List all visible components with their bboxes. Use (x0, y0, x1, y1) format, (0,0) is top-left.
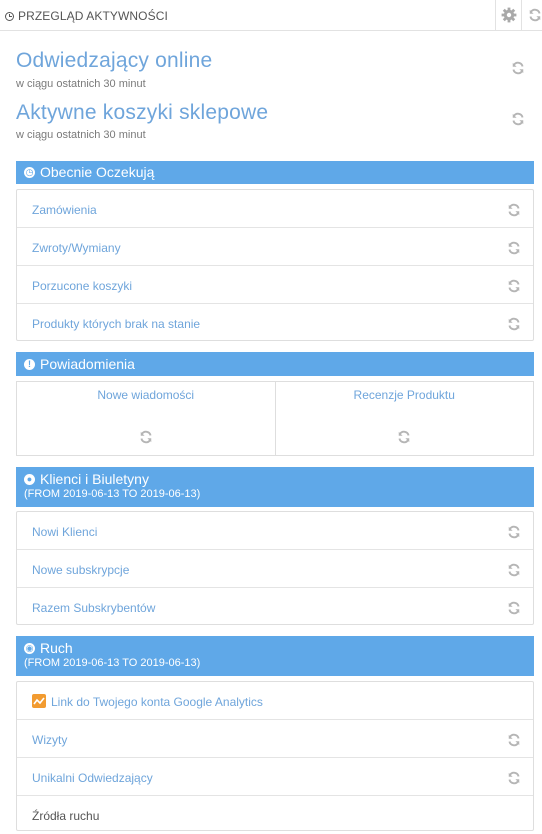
pending-list: Zamówienia Zwroty/Wymiany Porzucone kosz… (16, 189, 534, 341)
pending-orders-link[interactable]: Zamówienia (32, 203, 97, 217)
out-of-stock-link[interactable]: Produkty których brak na stanie (32, 317, 200, 331)
refresh-icon[interactable] (507, 203, 521, 217)
google-analytics-link[interactable]: Link do Twojego konta Google Analytics (51, 695, 263, 709)
refresh-icon[interactable] (507, 601, 521, 615)
list-item[interactable]: Razem Subskrybentów (17, 588, 533, 626)
traffic-title: Ruch (40, 640, 73, 656)
user-icon: ● (24, 473, 35, 485)
refresh-icon (528, 7, 542, 23)
customers-header: ● Klienci i Biuletyny (FROM 2019-06-13 T… (16, 467, 534, 507)
unique-visitors-link[interactable]: Unikalni Odwiedzający (32, 771, 153, 785)
exclamation-icon: ! (24, 358, 35, 370)
list-item[interactable]: Zwroty/Wymiany (17, 228, 533, 266)
clock-icon: ◷ (24, 166, 35, 178)
customers-list: Nowi Klienci Nowe subskrypcje Razem Subs… (16, 511, 534, 625)
traffic-header: ◉ Ruch (FROM 2019-06-13 TO 2019-06-13) (16, 636, 534, 676)
refresh-icon[interactable] (507, 317, 521, 331)
online-visitors-title: Odwiedzający online (16, 49, 213, 72)
traffic-sources-label: Źródła ruchu (32, 809, 100, 823)
new-customers-link[interactable]: Nowi Klienci (32, 525, 97, 539)
new-messages-link[interactable]: Nowe wiadomości (17, 388, 275, 402)
list-item[interactable]: Źródła ruchu (17, 796, 533, 834)
globe-icon: ◉ (24, 642, 35, 654)
active-carts-subtitle: w ciągu ostatnich 30 minut (16, 129, 146, 141)
list-item[interactable]: Porzucone koszyki (17, 266, 533, 304)
product-reviews-cell[interactable]: Recenzje Produktu (274, 382, 534, 455)
online-visitors-subtitle: w ciągu ostatnich 30 minut (16, 78, 146, 90)
list-item[interactable]: Wizyty (17, 720, 533, 758)
list-item[interactable]: Zamówienia (17, 190, 533, 228)
total-subscribers-link[interactable]: Razem Subskrybentów (32, 601, 155, 615)
ga-link-wrap: Link do Twojego konta Google Analytics (32, 694, 263, 709)
refresh-button[interactable] (521, 0, 542, 30)
refresh-icon[interactable] (397, 430, 411, 444)
refresh-icon[interactable] (507, 771, 521, 785)
customers-date-range: (FROM 2019-06-13 TO 2019-06-13) (24, 488, 201, 500)
refresh-icon[interactable] (507, 241, 521, 255)
new-subscriptions-link[interactable]: Nowe subskrypcje (32, 563, 129, 577)
notifications-title: Powiadomienia (40, 356, 135, 372)
panel-title: PRZEGLĄD AKTYWNOŚCI (5, 9, 168, 23)
visits-link[interactable]: Wizyty (32, 733, 67, 747)
refresh-icon[interactable] (139, 430, 153, 444)
pending-title: Obecnie Oczekują (40, 164, 155, 180)
traffic-date-range: (FROM 2019-06-13 TO 2019-06-13) (24, 657, 201, 669)
notifications-header: ! Powiadomienia (16, 352, 534, 376)
refresh-icon[interactable] (511, 112, 525, 126)
active-carts-title: Aktywne koszyki sklepowe (16, 101, 269, 124)
refresh-icon[interactable] (507, 279, 521, 293)
clock-icon (5, 11, 14, 21)
refresh-icon[interactable] (507, 733, 521, 747)
abandoned-carts-link[interactable]: Porzucone koszyki (32, 279, 132, 293)
traffic-list: Link do Twojego konta Google Analytics W… (16, 681, 534, 831)
list-item[interactable]: Unikalni Odwiedzający (17, 758, 533, 796)
list-item[interactable]: Link do Twojego konta Google Analytics (17, 682, 533, 720)
list-item[interactable]: Produkty których brak na stanie (17, 304, 533, 342)
pending-returns-link[interactable]: Zwroty/Wymiany (32, 241, 121, 255)
new-messages-cell[interactable]: Nowe wiadomości (17, 382, 275, 455)
refresh-icon[interactable] (507, 525, 521, 539)
panel-header: PRZEGLĄD AKTYWNOŚCI (0, 0, 542, 31)
analytics-icon (32, 694, 46, 708)
list-item[interactable]: Nowe subskrypcje (17, 550, 533, 588)
refresh-icon[interactable] (511, 61, 525, 75)
product-reviews-link[interactable]: Recenzje Produktu (276, 388, 534, 402)
pending-header: ◷ Obecnie Oczekują (16, 161, 534, 184)
refresh-icon[interactable] (507, 563, 521, 577)
customers-title: Klienci i Biuletyny (40, 471, 149, 487)
settings-button[interactable] (495, 0, 521, 30)
gear-icon (501, 7, 516, 23)
notifications-grid: Nowe wiadomości Recenzje Produktu (16, 381, 534, 456)
panel-title-text: PRZEGLĄD AKTYWNOŚCI (18, 9, 168, 23)
list-item[interactable]: Nowi Klienci (17, 512, 533, 550)
